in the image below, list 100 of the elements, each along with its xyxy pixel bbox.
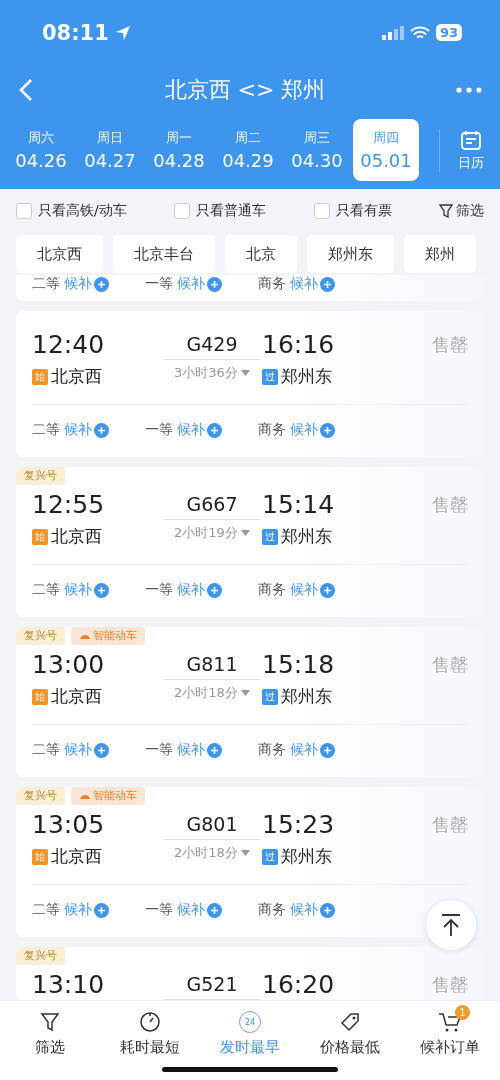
date-tab[interactable]: 周一 04.28 [146, 119, 212, 181]
tag-icon [339, 1011, 361, 1033]
station-chip[interactable]: 北京西 [16, 235, 103, 273]
sold-out-label: 售罄 [432, 333, 468, 357]
plus-icon [94, 742, 109, 758]
station-name: 郑州东 [281, 685, 332, 708]
caret-icon [240, 530, 250, 536]
plus-icon [320, 582, 335, 598]
departure-time: 13:05 [32, 810, 105, 839]
station-chip[interactable]: 北京丰台 [113, 235, 215, 273]
plus-icon [207, 422, 222, 438]
train-card[interactable]: 二等 候补 一等 候补 商务 候补 [16, 275, 484, 301]
date-tab[interactable]: 周三 04.30 [284, 119, 350, 181]
date-tab[interactable]: 周日 04.27 [77, 119, 143, 181]
duration[interactable]: 2小时18分 [174, 844, 250, 862]
waitlist-button[interactable]: 候补 [64, 581, 109, 599]
waitlist-button[interactable]: 候补 [64, 421, 109, 439]
bottom-tab[interactable]: 筛选 [0, 1004, 100, 1080]
checkbox[interactable] [174, 203, 191, 219]
station-name: 郑州东 [281, 365, 332, 388]
station-badge: 始 [32, 848, 48, 865]
train-card[interactable]: 12:40 始 北京西 G429 3小时36分 16:16 过 郑州东 售罄 二等 候补 一等 候补 商务 候补 [16, 311, 484, 457]
date-tab[interactable]: 周四 05.01 [353, 119, 419, 181]
plus-icon [320, 422, 335, 438]
waitlist-button[interactable]: 候补 [177, 275, 222, 293]
checkbox-label: 只看有票 [335, 202, 392, 220]
signal-icon [381, 25, 404, 40]
bottom-tab[interactable]: 耗时最短 [100, 1004, 200, 1080]
station-name: 北京西 [51, 845, 102, 868]
arrival-time: 15:23 [262, 810, 335, 839]
checkbox[interactable] [16, 203, 32, 219]
station-badge: 始 [32, 368, 48, 385]
arrival-time: 15:14 [262, 490, 335, 519]
arrival-time: 15:18 [262, 650, 335, 679]
sold-out-label: 售罄 [432, 493, 468, 517]
waitlist-button[interactable]: 候补 [177, 741, 222, 759]
train-card[interactable]: 复兴号 12:55 始 北京西 G667 2小时19分 15:14 过 郑州东 售罄 二等 候补 一等 候补 商务 候补 [16, 467, 484, 617]
arrival-time: 16:20 [262, 970, 335, 999]
waitlist-button[interactable]: 候补 [177, 581, 222, 599]
plus-icon [207, 902, 222, 918]
train-tag: 智能动车 [71, 787, 145, 805]
seat-class: 二等 [32, 581, 60, 599]
waitlist-button[interactable]: 候补 [177, 421, 222, 439]
filter-icon [39, 1011, 61, 1033]
location-arrow-icon [114, 24, 131, 41]
train-tag: 复兴号 [16, 947, 65, 965]
waitlist-button[interactable]: 候补 [64, 741, 109, 759]
sold-out-label: 售罄 [432, 973, 468, 997]
status-time: 08:11 [42, 20, 109, 45]
plus-icon [94, 582, 109, 598]
train-tag: 智能动车 [71, 627, 145, 645]
more-icon[interactable] [456, 87, 482, 93]
seat-class: 商务 [258, 741, 286, 759]
waitlist-button[interactable]: 候补 [64, 901, 109, 919]
duration[interactable]: 2小时19分 [174, 524, 250, 542]
train-number: G429 [164, 329, 260, 360]
count-badge: 1 [455, 1005, 470, 1020]
bottom-tab[interactable]: 候补订单 1 [400, 1004, 500, 1080]
filter-button[interactable]: 筛选 [439, 202, 484, 220]
checkbox-label: 只看普通车 [196, 202, 267, 220]
seat-class: 一等 [145, 901, 173, 919]
station-name: 郑州东 [281, 525, 332, 548]
seat-class: 商务 [258, 275, 286, 293]
waitlist-button[interactable]: 候补 [290, 741, 335, 759]
checkbox[interactable] [313, 203, 330, 219]
duration[interactable]: 2小时18分 [174, 684, 250, 702]
station-chip[interactable]: 郑州 [404, 235, 476, 273]
station-name: 北京西 [51, 685, 102, 708]
waitlist-button[interactable]: 候补 [290, 421, 335, 439]
station-badge: 过 [262, 368, 278, 385]
seat-class: 一等 [145, 581, 173, 599]
checkbox-label: 只看高铁/动车 [38, 202, 127, 220]
date-tab[interactable]: 周六 04.26 [8, 119, 74, 181]
train-card[interactable]: 复兴号 智能动车 13:00 始 北京西 G811 2小时18分 15:18 过 郑州东 售罄 二等 候补 一等 候补 商务 候补 [16, 627, 484, 777]
seat-class: 商务 [258, 901, 286, 919]
station-chip[interactable]: 郑州东 [307, 235, 394, 273]
battery-level: 93 [435, 24, 462, 41]
waitlist-button[interactable]: 候补 [64, 275, 109, 293]
plus-icon [320, 902, 335, 918]
train-card[interactable]: 复兴号 13:10 G521 16:20 售罄 [16, 947, 484, 1000]
train-tag: 复兴号 [16, 627, 65, 645]
seat-class: 二等 [32, 421, 60, 439]
duration[interactable]: 3小时36分 [174, 364, 250, 382]
caret-icon [240, 370, 250, 376]
station-name: 北京西 [51, 525, 102, 548]
waitlist-button[interactable]: 候补 [290, 581, 335, 599]
calendar-button[interactable]: 日历 [439, 128, 490, 172]
back-icon[interactable] [18, 78, 34, 102]
station-chip[interactable]: 北京 [225, 235, 297, 273]
departure-time: 12:40 [32, 330, 105, 359]
station-badge: 过 [262, 688, 278, 705]
arrival-time: 16:16 [262, 330, 335, 359]
waitlist-button[interactable]: 候补 [290, 275, 335, 293]
train-card[interactable]: 复兴号 智能动车 13:05 始 北京西 G801 2小时18分 15:23 过 郑州东 售罄 二等 候补 一等 候补 商务 候补 [16, 787, 484, 937]
station-name: 北京西 [51, 365, 102, 388]
date-tab[interactable]: 周二 04.29 [215, 119, 281, 181]
bottom-tab[interactable]: 价格最低 [300, 1004, 400, 1080]
waitlist-button[interactable]: 候补 [290, 901, 335, 919]
calendar-icon [460, 128, 482, 151]
waitlist-button[interactable]: 候补 [177, 901, 222, 919]
